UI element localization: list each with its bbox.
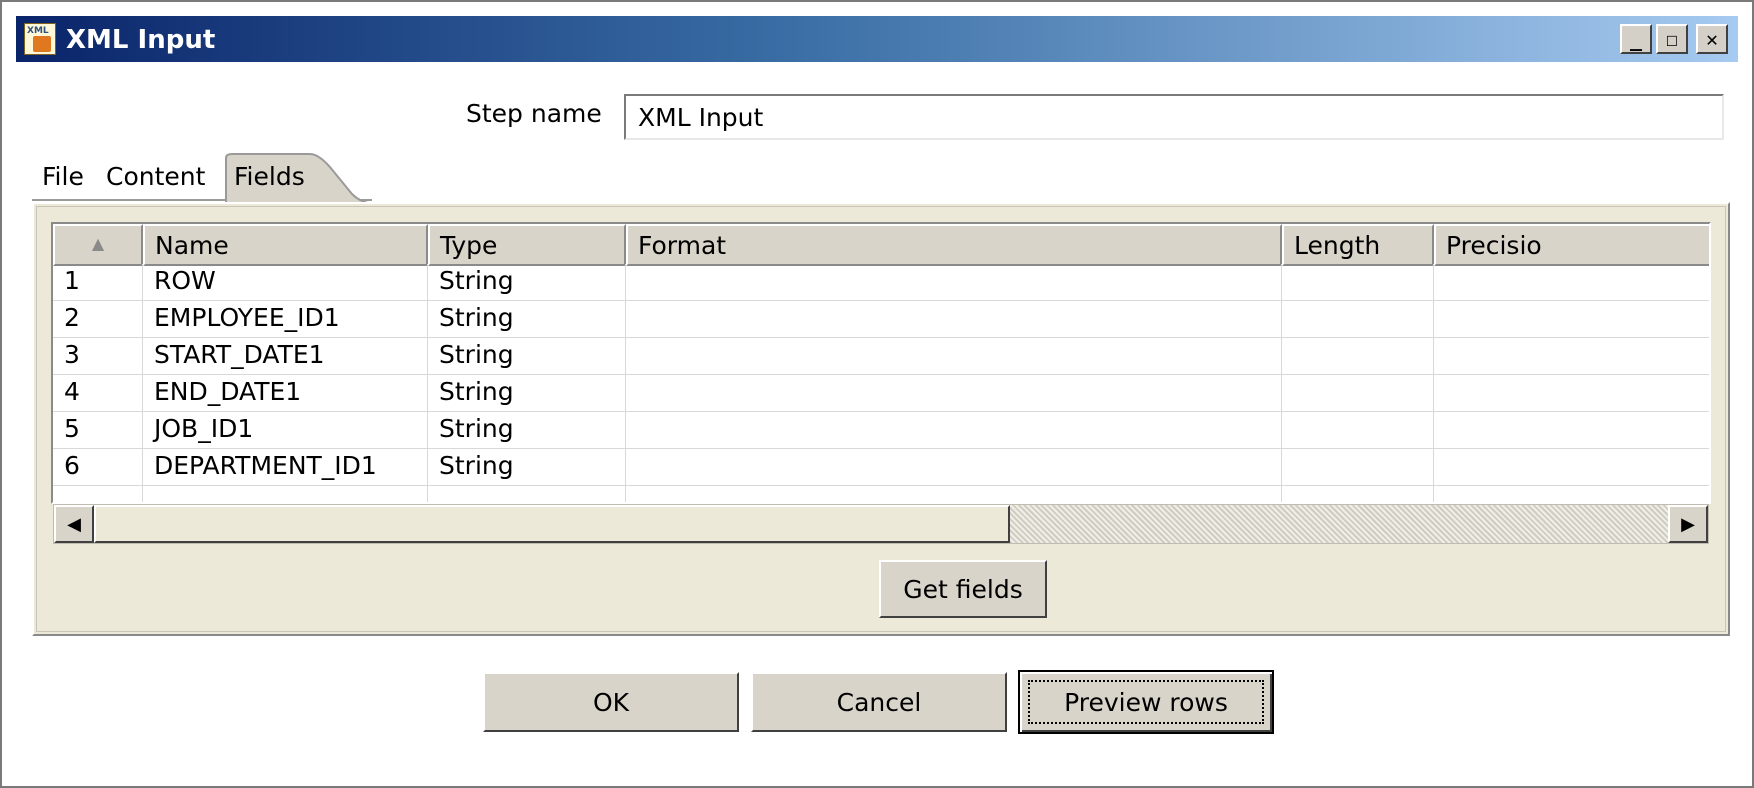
row-number: 3 bbox=[53, 338, 143, 375]
table-row[interactable]: 1 ROW String bbox=[53, 264, 1709, 301]
cell-type[interactable]: String bbox=[428, 375, 626, 412]
xml-icon-label: XML bbox=[27, 26, 49, 36]
cell-format[interactable] bbox=[626, 338, 1282, 375]
cell-length[interactable] bbox=[1282, 338, 1434, 375]
scroll-right-arrow-icon[interactable]: ▶ bbox=[1668, 505, 1708, 543]
cell-length[interactable] bbox=[1282, 264, 1434, 301]
tab-content[interactable]: Content bbox=[106, 162, 205, 191]
cell-format[interactable] bbox=[626, 449, 1282, 486]
cell-length[interactable] bbox=[1282, 375, 1434, 412]
cell-name[interactable]: START_DATE1 bbox=[143, 338, 428, 375]
cell-type[interactable]: String bbox=[428, 412, 626, 449]
preview-rows-label: Preview rows bbox=[1064, 687, 1228, 717]
cell-format-empty[interactable] bbox=[626, 486, 1282, 502]
cell-name[interactable]: EMPLOYEE_ID1 bbox=[143, 301, 428, 338]
column-header-name[interactable]: Name bbox=[143, 224, 428, 266]
cell-name-empty[interactable] bbox=[143, 486, 428, 502]
cell-name[interactable]: DEPARTMENT_ID1 bbox=[143, 449, 428, 486]
table-row[interactable]: 6 DEPARTMENT_ID1 String bbox=[53, 449, 1709, 486]
get-fields-button[interactable]: Get fields bbox=[879, 560, 1047, 618]
scroll-left-arrow-icon[interactable]: ◀ bbox=[54, 505, 94, 543]
title-bar[interactable]: XML XML Input _ ☐ ✕ bbox=[16, 16, 1738, 62]
cell-precision[interactable] bbox=[1434, 264, 1709, 301]
cell-length[interactable] bbox=[1282, 412, 1434, 449]
xml-input-dialog: XML XML Input _ ☐ ✕ Step name File Conte… bbox=[0, 0, 1754, 788]
table-row[interactable]: 3 START_DATE1 String bbox=[53, 338, 1709, 375]
cell-name[interactable]: END_DATE1 bbox=[143, 375, 428, 412]
cell-type[interactable]: String bbox=[428, 301, 626, 338]
column-header-length[interactable]: Length bbox=[1282, 224, 1434, 266]
cell-length[interactable] bbox=[1282, 449, 1434, 486]
column-header-type[interactable]: Type bbox=[428, 224, 626, 266]
step-name-input[interactable] bbox=[624, 94, 1724, 140]
cell-type[interactable]: String bbox=[428, 338, 626, 375]
cell-type-empty[interactable] bbox=[428, 486, 626, 502]
cell-precision[interactable] bbox=[1434, 412, 1709, 449]
cell-format[interactable] bbox=[626, 412, 1282, 449]
table-header: ▲ Name Type Format Length Precisio bbox=[53, 224, 1709, 266]
minimize-button[interactable]: _ bbox=[1620, 24, 1652, 54]
table-row[interactable]: 4 END_DATE1 String bbox=[53, 375, 1709, 412]
dialog-body: XML XML Input _ ☐ ✕ Step name File Conte… bbox=[2, 2, 1752, 786]
row-number: 1 bbox=[53, 264, 143, 301]
window-title: XML Input bbox=[66, 25, 216, 55]
sort-indicator-icon[interactable]: ▲ bbox=[53, 224, 143, 266]
table-row[interactable]: 5 JOB_ID1 String bbox=[53, 412, 1709, 449]
cell-type[interactable]: String bbox=[428, 264, 626, 301]
close-button[interactable]: ✕ bbox=[1696, 24, 1728, 54]
row-number-empty bbox=[53, 486, 143, 502]
step-name-label: Step name bbox=[466, 99, 602, 128]
scrollbar-thumb[interactable] bbox=[94, 505, 1010, 543]
column-header-format[interactable]: Format bbox=[626, 224, 1282, 266]
cancel-button[interactable]: Cancel bbox=[751, 672, 1007, 732]
cell-format[interactable] bbox=[626, 375, 1282, 412]
table-row-empty[interactable] bbox=[53, 486, 1709, 502]
column-header-precision[interactable]: Precisio bbox=[1434, 224, 1709, 266]
horizontal-scrollbar[interactable]: ◀ ▶ bbox=[53, 504, 1709, 544]
cell-length-empty[interactable] bbox=[1282, 486, 1434, 502]
cell-name[interactable]: JOB_ID1 bbox=[143, 412, 428, 449]
preview-rows-button[interactable]: Preview rows bbox=[1018, 670, 1274, 734]
cell-precision-empty[interactable] bbox=[1434, 486, 1709, 502]
cell-type[interactable]: String bbox=[428, 449, 626, 486]
cell-name[interactable]: ROW bbox=[143, 264, 428, 301]
cell-format[interactable] bbox=[626, 301, 1282, 338]
cell-precision[interactable] bbox=[1434, 375, 1709, 412]
cell-precision[interactable] bbox=[1434, 449, 1709, 486]
fields-table[interactable]: ▲ Name Type Format Length Precisio 1 ROW… bbox=[51, 222, 1711, 504]
icon-accent bbox=[33, 36, 51, 52]
cell-precision[interactable] bbox=[1434, 301, 1709, 338]
row-number: 5 bbox=[53, 412, 143, 449]
cell-length[interactable] bbox=[1282, 301, 1434, 338]
tab-fields[interactable]: Fields bbox=[234, 162, 305, 191]
row-number: 2 bbox=[53, 301, 143, 338]
tab-file[interactable]: File bbox=[42, 162, 84, 191]
cell-precision[interactable] bbox=[1434, 338, 1709, 375]
table-row[interactable]: 2 EMPLOYEE_ID1 String bbox=[53, 301, 1709, 338]
row-number: 4 bbox=[53, 375, 143, 412]
ok-button[interactable]: OK bbox=[483, 672, 739, 732]
row-number: 6 bbox=[53, 449, 143, 486]
xml-file-icon: XML bbox=[24, 23, 56, 55]
maximize-button[interactable]: ☐ bbox=[1656, 24, 1688, 54]
cell-format[interactable] bbox=[626, 264, 1282, 301]
